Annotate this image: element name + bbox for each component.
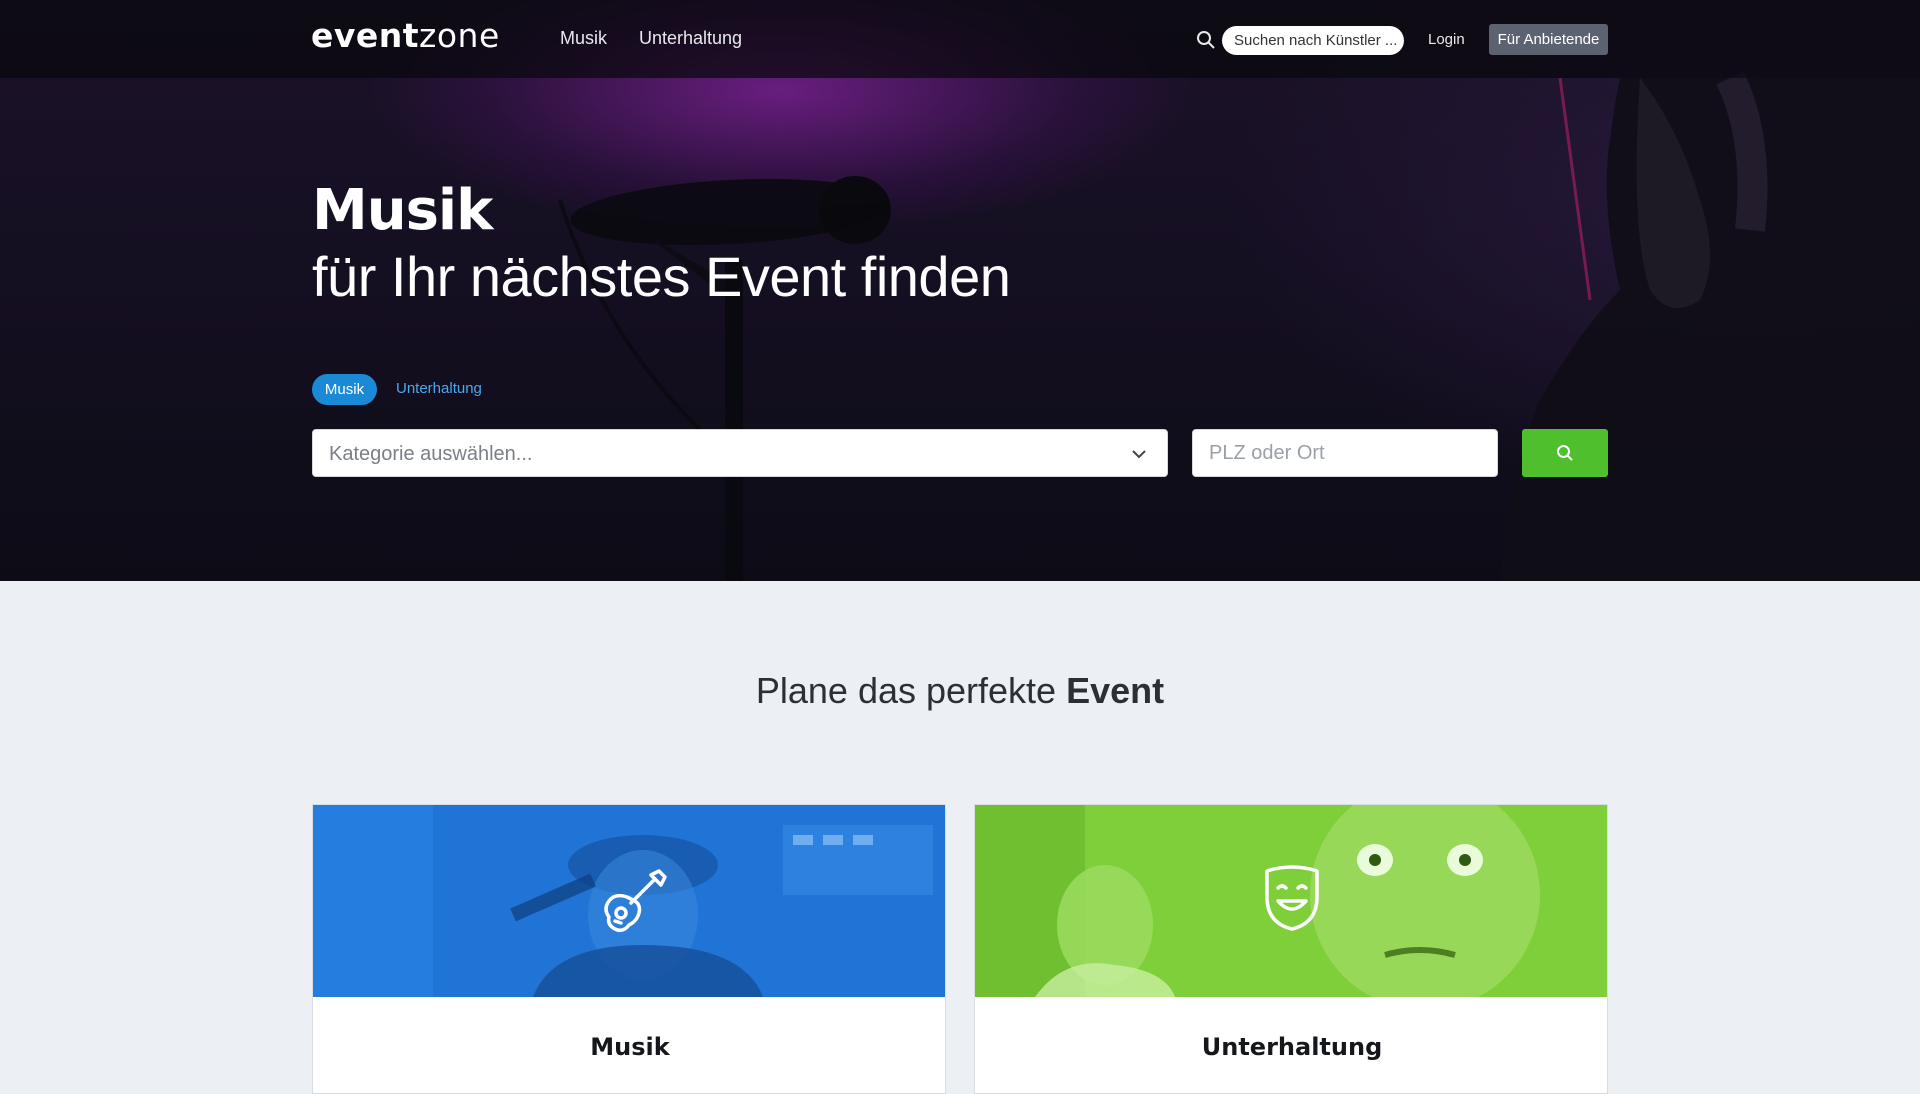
nav-link-unterhaltung[interactable]: Unterhaltung: [639, 28, 742, 49]
search-icon[interactable]: [1196, 30, 1216, 50]
card-unterhaltung-label: Unterhaltung: [1201, 1033, 1383, 1061]
section-title-light: Plane das perfekte: [755, 670, 1067, 711]
chevron-down-icon: [1132, 450, 1146, 459]
artist-search-input[interactable]: Suchen nach Künstler ...: [1222, 26, 1404, 55]
nav-link-musik[interactable]: Musik: [560, 28, 607, 49]
hero-subtitle: für Ihr nächstes Event finden: [312, 245, 1011, 308]
logo[interactable]: eventzone: [311, 16, 500, 55]
card-musik[interactable]: Musik: [312, 804, 946, 1094]
logo-light: zone: [419, 16, 500, 55]
category-select-placeholder: Kategorie auswählen...: [329, 443, 533, 465]
card-musik-label: Musik: [590, 1033, 670, 1061]
section-title-bold: Event: [1066, 670, 1165, 711]
navbar: eventzone Musik Unterhaltung Suchen nach…: [0, 0, 1920, 78]
provider-button[interactable]: Für Anbietende: [1489, 24, 1608, 55]
theater-mask-icon: [1265, 865, 1319, 931]
hero-title: Musik: [312, 178, 493, 243]
category-pill-unterhaltung[interactable]: Unterhaltung: [396, 380, 482, 397]
location-input[interactable]: PLZ oder Ort: [1192, 429, 1498, 477]
login-link[interactable]: Login: [1428, 31, 1465, 48]
search-submit-button[interactable]: [1522, 429, 1608, 477]
card-unterhaltung-image: [975, 805, 1607, 997]
guitar-icon: [604, 869, 667, 933]
logo-bold: event: [311, 16, 420, 55]
section-title: Plane das perfekte Event: [0, 670, 1920, 712]
search-icon: [1557, 445, 1573, 461]
category-select[interactable]: Kategorie auswählen...: [312, 429, 1168, 477]
card-musik-image: [313, 805, 945, 997]
category-pill-musik[interactable]: Musik: [312, 374, 377, 405]
card-unterhaltung[interactable]: Unterhaltung: [974, 804, 1608, 1094]
